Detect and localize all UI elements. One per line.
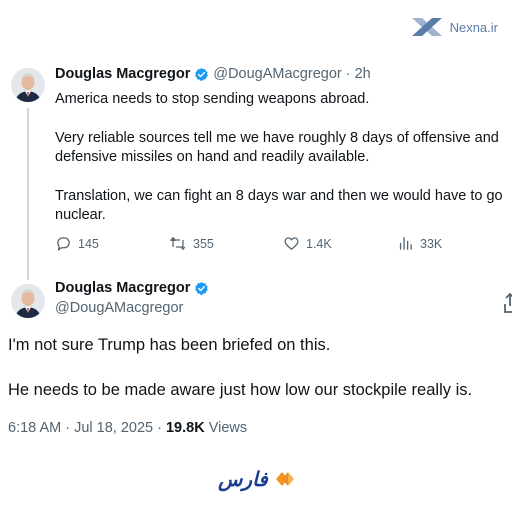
tweet-text-line: America needs to stop sending weapons ab…	[55, 91, 370, 107]
nexna-watermark: Nexna.ir	[410, 16, 498, 38]
tweet-body: America needs to stop sending weapons ab…	[55, 90, 512, 226]
share-icon[interactable]	[504, 292, 512, 314]
repost-count: 355	[193, 236, 214, 251]
reply-count: 145	[78, 236, 99, 251]
fars-logo-text: فارس	[218, 467, 268, 491]
views-count: 19.8K	[165, 420, 205, 436]
thread-line	[27, 108, 29, 280]
fars-logo: فارس	[218, 467, 296, 491]
views-button[interactable]: 33K	[397, 235, 485, 252]
fars-diamond-icon	[270, 468, 296, 490]
views-icon	[397, 235, 414, 252]
author-handle[interactable]: @DougAMacgregor	[55, 300, 183, 316]
tweet-text-line: Translation, we can fight an 8 days war …	[55, 187, 503, 204]
reply-button[interactable]: 145	[55, 235, 169, 252]
tweet-parent[interactable]: Douglas Macgregor @DougAMacgregor · 2h A…	[0, 64, 512, 313]
tweet-text-line: I'm not sure Trump has been briefed on t…	[8, 336, 331, 354]
tweet-text-line: Very reliable sources tell me we have ro…	[55, 129, 499, 146]
views-count: 33K	[420, 236, 443, 251]
avatar[interactable]	[11, 284, 45, 318]
nexna-logo-icon	[410, 16, 444, 38]
avatar[interactable]	[11, 68, 45, 102]
handle-and-time[interactable]: @DougAMacgregor · 2h	[213, 66, 370, 82]
repost-button[interactable]: 355	[169, 235, 283, 252]
tweet-text-line: nuclear.	[55, 207, 106, 223]
views-label: Views	[204, 420, 248, 436]
tweet-header: Douglas Macgregor @DougAMacgregor · 2h	[55, 66, 371, 82]
verified-badge-icon	[194, 67, 209, 82]
repost-icon	[169, 235, 187, 252]
verified-badge-icon	[194, 281, 209, 296]
nexna-watermark-text: Nexna.ir	[449, 19, 498, 35]
tweet-text-line: defensive missiles on hand and readily a…	[55, 149, 370, 165]
author-name[interactable]: Douglas Macgregor	[55, 280, 190, 296]
author-name[interactable]: Douglas Macgregor	[55, 66, 190, 82]
reply-icon	[55, 235, 72, 252]
like-count: 1.4K	[306, 236, 332, 251]
timestamp[interactable]: 6:18 AM · Jul 18, 2025 ·	[8, 420, 166, 436]
tweet-meta: 6:18 AM · Jul 18, 2025 · 19.8K Views	[8, 420, 247, 436]
tweet-text-line: He needs to be made aware just how low o…	[8, 381, 473, 399]
like-button[interactable]: 1.4K	[283, 235, 397, 252]
tweet-actions: 145 355 1.4K 33K	[55, 235, 485, 252]
like-icon	[283, 235, 300, 252]
tweet-author: Douglas Macgregor	[55, 280, 213, 296]
